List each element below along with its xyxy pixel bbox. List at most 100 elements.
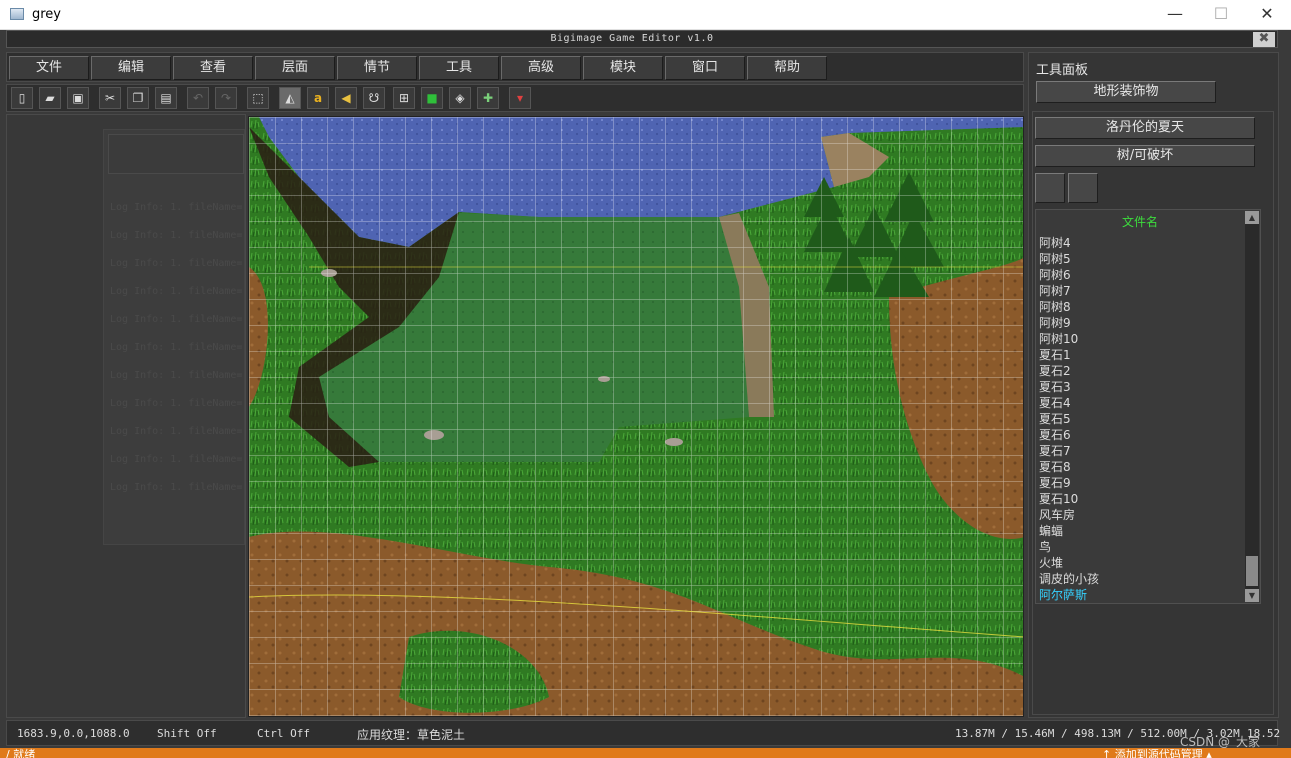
list-item[interactable]: 阿树9 [1039,314,1071,331]
menu-tools[interactable]: 工具 [419,56,499,80]
list-item[interactable]: 夏石5 [1039,410,1071,427]
menu-scenario[interactable]: 情节 [337,56,417,80]
tool-option-button[interactable] [1068,173,1098,203]
sound-icon[interactable]: ◀ [335,87,357,109]
menu-module[interactable]: 模块 [583,56,663,80]
log-output[interactable]: Log Info: 1. fileName= Log Info: 1. file… [103,129,245,545]
log-line: Log Info: 1. fileName= [110,314,243,325]
paste-icon[interactable]: ▤ [155,87,177,109]
menu-view[interactable]: 查看 [173,56,253,80]
app-icon [10,8,24,20]
menu-window[interactable]: 窗口 [665,56,745,80]
list-item[interactable]: 火堆 [1039,554,1063,571]
object-icon[interactable]: ◈ [449,87,471,109]
terrain-icon[interactable]: ◭ [279,87,301,109]
texture-status: 应用纹理：草色泥土 [357,728,466,742]
close-button[interactable]: ✕ [1244,0,1290,30]
menu-edit[interactable]: 编辑 [91,56,171,80]
tool-option-button[interactable] [1035,173,1065,203]
category-button[interactable]: 地形装饰物 [1036,81,1216,103]
tool-panel-heading: 工具面板 [1036,63,1089,78]
save-icon[interactable]: ▣ [67,87,89,109]
menu-bar: 文件 编辑 查看 层面 情节 工具 高级 模块 窗口 帮助 [6,52,1024,82]
doodad-icon[interactable]: ⊞ [393,87,415,109]
editor-close-button[interactable]: ✖ [1253,32,1275,47]
tool-panel: 工具面板 地形装饰物 洛丹伦的夏天 树/可破坏 文件名 阿树4 阿树5 阿树6 … [1028,52,1279,718]
list-item[interactable]: 夏石2 [1039,362,1071,379]
tool-panel-content: 洛丹伦的夏天 树/可破坏 文件名 阿树4 阿树5 阿树6 阿树7 阿树8 阿树9… [1032,111,1274,715]
list-item[interactable]: 阿树4 [1039,234,1071,251]
list-item[interactable]: 夏石8 [1039,458,1071,475]
log-line: Log Info: 1. fileName= [110,258,243,269]
log-line: Log Info: 1. fileName= [110,482,243,493]
tileset-dropdown[interactable]: 洛丹伦的夏天 [1035,117,1255,139]
import-icon[interactable]: ✚ [477,87,499,109]
list-item[interactable]: 夏石6 [1039,426,1071,443]
subcategory-dropdown[interactable]: 树/可破坏 [1035,145,1255,167]
new-file-icon[interactable]: ▯ [11,87,33,109]
list-item[interactable]: 阿树6 [1039,266,1071,283]
camera-coords: 1683.9,0.0,1088.0 [17,727,130,740]
status-bar: 1683.9,0.0,1088.0 Shift Off Ctrl Off 应用纹… [6,720,1280,746]
log-line: Log Info: 1. fileName= [110,202,243,213]
window-title-bar: grey — ☐ ✕ [0,0,1291,30]
unit-icon[interactable]: ☋ [363,87,385,109]
list-header: 文件名 [1121,215,1158,229]
log-line: Log Info: 1. fileName= [110,342,243,353]
list-item[interactable]: 阿树10 [1039,330,1078,347]
log-line: Log Info: 1. fileName= [110,370,243,381]
list-item[interactable]: 夏石10 [1039,490,1078,507]
list-item[interactable]: 夏石4 [1039,394,1071,411]
menu-help[interactable]: 帮助 [747,56,827,80]
list-item[interactable]: 风车房 [1039,506,1075,523]
toolbar: ▯ ▰ ▣ ✂ ❐ ▤ ↶ ↷ ⬚ ◭ a ◀ ☋ ⊞ ■ ◈ ✚ ▾ [6,84,1024,112]
list-item[interactable]: 鸟 [1039,538,1051,555]
editor-title: Bigimage Game Editor v1.0 [550,33,714,44]
list-item[interactable]: 夏石3 [1039,378,1071,395]
window-title: grey [32,7,62,22]
menu-advanced[interactable]: 高级 [501,56,581,80]
doodad-list[interactable]: 文件名 阿树4 阿树5 阿树6 阿树7 阿树8 阿树9 阿树10 夏石1 夏石2… [1035,209,1261,604]
scroll-up-icon[interactable]: ▲ [1245,211,1259,224]
terrain-render [249,117,1023,716]
ide-status-strip: / 就绪 ↑ 添加到源代码管理 ▴ [0,748,1291,758]
cut-icon[interactable]: ✂ [99,87,121,109]
copy-icon[interactable]: ❐ [127,87,149,109]
editor-title-bar: Bigimage Game Editor v1.0 ✖ [6,30,1278,48]
minimap-icon[interactable]: ■ [421,87,443,109]
log-header [108,134,244,174]
menu-file[interactable]: 文件 [9,56,89,80]
test-map-icon[interactable]: ▾ [509,87,531,109]
list-item-selected[interactable]: 阿尔萨斯 [1039,586,1087,603]
scroll-down-icon[interactable]: ▼ [1245,589,1259,602]
ide-ready-text: / 就绪 [6,748,36,758]
redo-icon[interactable]: ↷ [215,87,237,109]
scroll-thumb[interactable] [1246,556,1258,586]
list-item[interactable]: 蝙蝠 [1039,522,1063,539]
add-to-source-control[interactable]: ↑ 添加到源代码管理 ▴ [1102,748,1212,758]
list-item[interactable]: 阿树8 [1039,298,1071,315]
undo-icon[interactable]: ↶ [187,87,209,109]
list-item[interactable]: 调皮的小孩 [1039,570,1099,587]
open-folder-icon[interactable]: ▰ [39,87,61,109]
list-item[interactable]: 夏石7 [1039,442,1071,459]
terrain-viewport[interactable] [248,116,1024,717]
minimize-button[interactable]: — [1152,0,1198,30]
select-icon[interactable]: ⬚ [247,87,269,109]
list-item[interactable]: 夏石1 [1039,346,1071,363]
menu-layer[interactable]: 层面 [255,56,335,80]
ctrl-status: Ctrl Off [257,727,310,740]
log-line: Log Info: 1. fileName= [110,398,243,409]
list-item[interactable]: 阿树5 [1039,250,1071,267]
log-line: Log Info: 1. fileName= [110,426,243,437]
text-icon[interactable]: a [307,87,329,109]
list-item[interactable]: 夏石9 [1039,474,1071,491]
list-item[interactable]: 阿树7 [1039,282,1071,299]
maximize-button[interactable]: ☐ [1198,0,1244,30]
log-line: Log Info: 1. fileName= [110,230,243,241]
log-panel: Log Info: 1. fileName= Log Info: 1. file… [6,114,246,718]
shift-status: Shift Off [157,727,217,740]
list-scrollbar[interactable]: ▲ ▼ [1245,211,1259,602]
log-line: Log Info: 1. fileName= [110,286,243,297]
log-line: Log Info: 1. fileName= [110,454,243,465]
